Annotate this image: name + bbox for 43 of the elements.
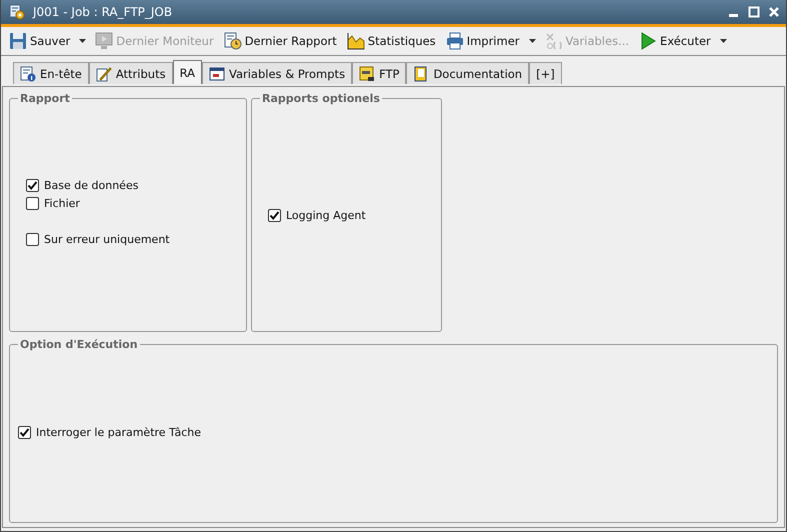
tab[interactable]: FTP <box>352 62 406 84</box>
checkbox-label: Fichier <box>44 197 80 210</box>
toolbar-button[interactable]: Exécuter <box>637 30 713 52</box>
checkbox[interactable] <box>18 426 31 439</box>
job-icon <box>9 4 25 20</box>
toolbar-button[interactable]: Imprimer <box>444 30 522 52</box>
checkbox-label: Base de données <box>44 179 138 192</box>
tab[interactable]: Variables & Prompts <box>202 62 352 84</box>
chart-icon <box>346 32 365 50</box>
report-clock-icon <box>224 32 242 50</box>
tab[interactable]: Attributs <box>88 62 173 84</box>
variables-icon <box>544 32 563 50</box>
close-icon[interactable] <box>768 6 780 18</box>
checkbox[interactable] <box>26 233 39 246</box>
monitor-icon <box>95 32 114 50</box>
document-info-icon <box>20 66 36 82</box>
toolbar-button[interactable]: Statistiques <box>344 30 438 52</box>
window-title: J001 - Job : RA_FTP_JOB <box>33 5 174 19</box>
play-icon <box>639 32 658 50</box>
checkbox-label: Interroger le paramètre Tâche <box>36 426 202 439</box>
document-pencil-icon <box>96 66 112 82</box>
checkbox[interactable] <box>268 209 281 222</box>
checkbox[interactable] <box>26 197 39 210</box>
checkbox-label: Sur erreur uniquement <box>44 233 170 246</box>
toolbar-button[interactable]: Dernier Rapport <box>222 30 339 52</box>
window-icon <box>208 66 225 82</box>
group-title: Rapport <box>19 92 71 105</box>
toolbar-button[interactable]: Sauver <box>7 30 72 52</box>
tab[interactable]: En-tête <box>13 62 89 84</box>
caret-icon[interactable] <box>78 38 88 44</box>
group-title: Option d'Exécution <box>19 338 139 351</box>
caret-icon[interactable] <box>528 38 537 44</box>
checkbox[interactable] <box>26 179 39 192</box>
group-title: Rapports optionels <box>261 92 381 105</box>
maximize-icon[interactable] <box>748 6 760 18</box>
caret-icon[interactable] <box>718 38 728 44</box>
book-icon <box>413 66 430 82</box>
tab[interactable]: RA <box>172 60 202 84</box>
checkbox-label: Logging Agent <box>286 209 366 222</box>
tab[interactable]: [+] <box>529 62 562 84</box>
printer-icon <box>446 32 464 50</box>
tab[interactable]: Documentation <box>406 62 530 84</box>
ra-plug-icon <box>359 66 376 82</box>
